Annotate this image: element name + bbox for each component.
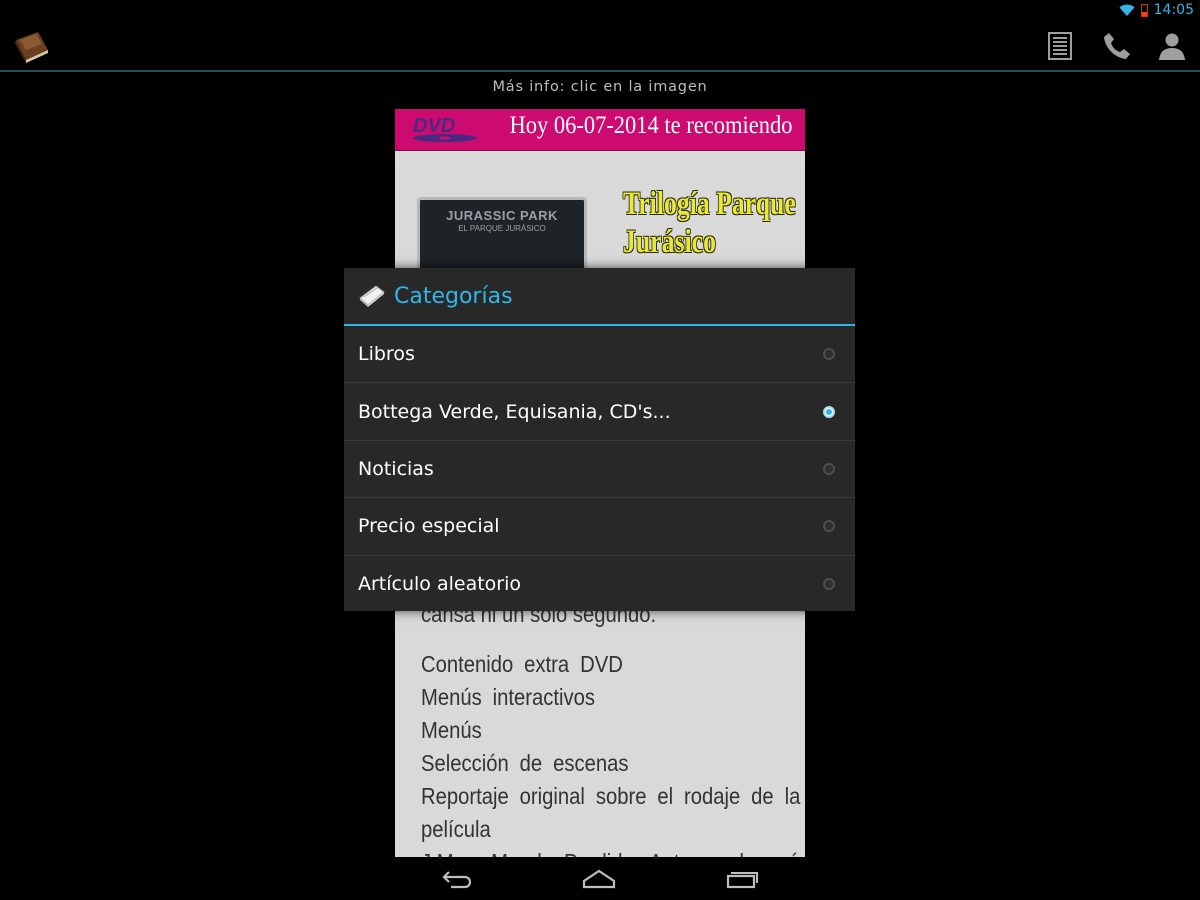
card-header: DVD Hoy 06-07-2014 te recomiendo (395, 109, 805, 151)
wifi-icon (1119, 4, 1135, 16)
cover-title: JURASSIC PARK (446, 208, 558, 223)
cover-subtitle: EL PARQUE JURÁSICO (458, 224, 546, 233)
contact-icon[interactable] (1156, 30, 1188, 62)
battery-icon (1140, 3, 1148, 17)
feature-item: Reportaje original sobre el rodaje de la (421, 783, 801, 809)
list-icon[interactable] (1044, 30, 1076, 62)
option-noticias[interactable]: Noticias (344, 441, 855, 499)
status-clock: 14:05 (1153, 2, 1194, 18)
phone-icon[interactable] (1100, 30, 1132, 62)
dvd-logo: DVD (413, 115, 477, 142)
dialog-title: Categorías (394, 283, 513, 309)
svg-text:DVD: DVD (413, 115, 455, 137)
radio-button[interactable] (823, 348, 835, 361)
radio-button[interactable] (823, 578, 835, 591)
option-label: Libros (358, 343, 415, 366)
book-icon (359, 285, 385, 307)
option-label: Artículo aleatorio (358, 573, 522, 596)
option-bottega-verde[interactable]: Bottega Verde, Equisania, CD's... (344, 383, 855, 441)
feature-item: J.M. y Mundo Perdido: Antes y después de (421, 846, 805, 857)
feature-item: Selección de escenas (421, 750, 629, 776)
option-label: Precio especial (358, 515, 500, 538)
info-text: Más info: clic en la imagen (492, 79, 708, 95)
radio-button[interactable] (823, 520, 835, 533)
back-icon[interactable] (437, 865, 477, 893)
card-header-title: Hoy 06-07-2014 te recomiendo (509, 112, 793, 139)
book-icon[interactable] (12, 28, 52, 64)
features-list: Contenido extra DVD Menús interactivos M… (421, 648, 805, 857)
movie-title-line1: Trilogía Parque (623, 186, 796, 222)
feature-item: Contenido extra DVD (421, 651, 623, 677)
action-bar (0, 22, 1200, 72)
feature-item: Menús interactivos (421, 684, 596, 710)
categories-dialog: Categorías Libros Bottega Verde, Equisan… (344, 268, 855, 611)
feature-item: Menús (421, 717, 482, 743)
option-label: Noticias (358, 457, 434, 480)
home-icon[interactable] (579, 865, 619, 893)
navigation-bar (0, 857, 1200, 900)
movie-title-line2: Jurásico (623, 224, 716, 260)
feature-item: película (421, 816, 491, 842)
radio-button[interactable] (823, 462, 835, 475)
option-articulo-aleatorio[interactable]: Artículo aleatorio (344, 556, 855, 613)
option-libros[interactable]: Libros (344, 326, 855, 384)
recents-icon[interactable] (722, 865, 762, 893)
movie-title: Trilogía Parque Jurásico (623, 185, 796, 261)
status-bar: 14:05 (0, 0, 1200, 22)
radio-button-selected[interactable] (823, 405, 835, 418)
option-precio-especial[interactable]: Precio especial (344, 498, 855, 556)
dialog-title-bar: Categorías (344, 268, 855, 326)
option-label: Bottega Verde, Equisania, CD's... (358, 400, 671, 423)
